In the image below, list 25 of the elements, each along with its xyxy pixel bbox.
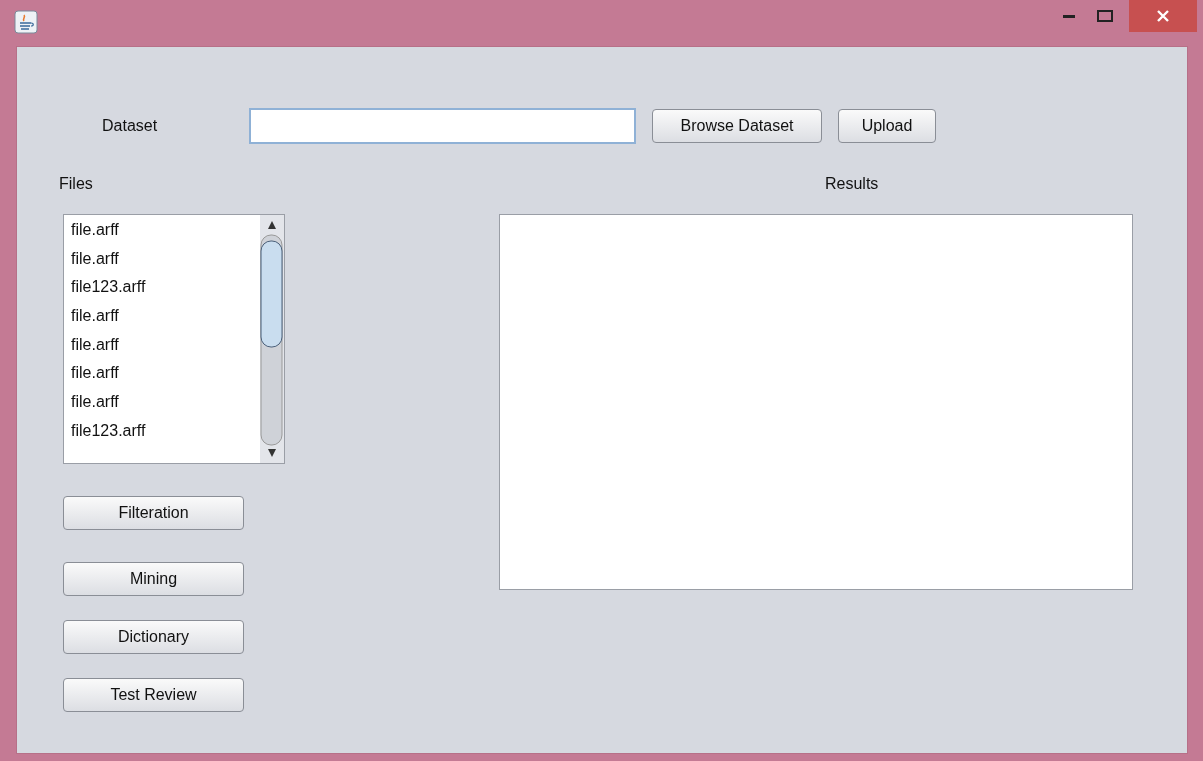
action-button[interactable]: Filteration (63, 496, 244, 530)
file-list-item[interactable]: file.arff (71, 393, 119, 411)
file-list-item[interactable]: file123.arff (71, 278, 146, 296)
file-list-item[interactable]: file123.arff (71, 421, 146, 439)
browse-button[interactable]: Browse Dataset (652, 109, 822, 143)
file-list-item[interactable]: file.arff (71, 335, 119, 353)
dataset-label: Dataset (102, 117, 159, 135)
file-list-item[interactable]: file.arff (71, 307, 119, 325)
file-list[interactable]: file.arff file.arff file123.arff file.arff file.arff file.arff file.arff file123.arff (63, 214, 285, 464)
maximize-icon (1097, 10, 1113, 22)
file-list-item[interactable]: file.arff (71, 364, 119, 382)
file-list-item[interactable]: file.arff (71, 249, 119, 267)
close-icon (1157, 10, 1169, 22)
action-button[interactable]: Dictionary (63, 620, 244, 654)
files-label: Files (59, 175, 94, 193)
dataset-field[interactable] (249, 108, 636, 144)
action-button[interactable]: Test Review (63, 678, 244, 712)
close-button[interactable] (1129, 0, 1197, 32)
upload-button[interactable]: Upload (838, 109, 936, 143)
file-list-item[interactable]: file.arff (71, 221, 119, 238)
scrollbar[interactable] (260, 215, 284, 463)
action-button[interactable]: Mining (63, 562, 244, 596)
minimize-icon (1063, 14, 1075, 18)
results-label: Results (825, 175, 880, 193)
java-cup-icon (14, 10, 38, 34)
